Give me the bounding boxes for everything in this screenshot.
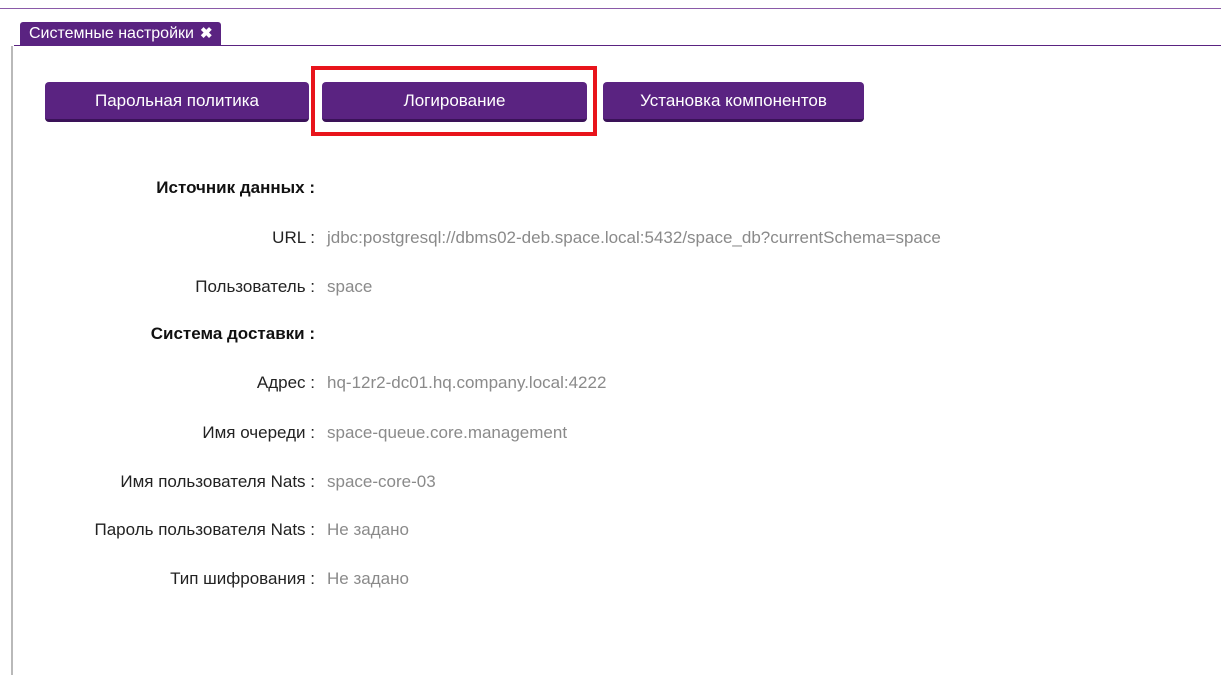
setting-value: Не задано	[327, 569, 409, 588]
setting-row-user: Пользователь : space	[0, 277, 1221, 299]
setting-label: Адрес :	[256, 373, 315, 392]
setting-row-url: URL : jdbc:postgresql://dbms02-deb.space…	[0, 228, 1221, 250]
data-source-title: Источник данных :	[156, 178, 315, 197]
tab-title: Системные настройки	[29, 25, 194, 42]
setting-row-queue-name: Имя очереди : space-queue.core.managemen…	[0, 423, 1221, 445]
setting-row-nats-password: Пароль пользователя Nats : Не задано	[0, 520, 1221, 542]
setting-value: hq-12r2-dc01.hq.company.local:4222	[327, 373, 607, 392]
setting-label: Имя пользователя Nats :	[120, 472, 315, 491]
setting-label: Пользователь :	[195, 277, 315, 296]
close-icon[interactable]: ✖	[200, 22, 213, 46]
top-divider	[0, 8, 1221, 9]
setting-value: space-core-03	[327, 472, 436, 491]
password-policy-button[interactable]: Парольная политика	[45, 82, 309, 122]
setting-label: Тип шифрования :	[170, 569, 315, 588]
logging-button-highlight	[311, 66, 597, 136]
setting-label: URL :	[272, 228, 315, 247]
setting-label: Пароль пользователя Nats :	[94, 520, 316, 539]
system-settings-page: Системные настройки ✖ Парольная политика…	[0, 0, 1221, 675]
delivery-system-title: Система доставки :	[150, 324, 315, 343]
setting-value: jdbc:postgresql://dbms02-deb.space.local…	[327, 228, 941, 247]
setting-row-nats-user: Имя пользователя Nats : space-core-03	[0, 472, 1221, 494]
setting-row-encryption-type: Тип шифрования : Не задано	[0, 569, 1221, 591]
setting-label: Имя очереди :	[202, 423, 315, 442]
setting-value: space-queue.core.management	[327, 423, 568, 442]
tab-system-settings[interactable]: Системные настройки ✖	[20, 22, 221, 46]
tab-underline	[14, 45, 1221, 46]
setting-value: Не задано	[327, 520, 409, 539]
setting-row-address: Адрес : hq-12r2-dc01.hq.company.local:42…	[0, 373, 1221, 395]
install-components-button[interactable]: Установка компонентов	[603, 82, 864, 122]
setting-value: space	[327, 277, 373, 296]
